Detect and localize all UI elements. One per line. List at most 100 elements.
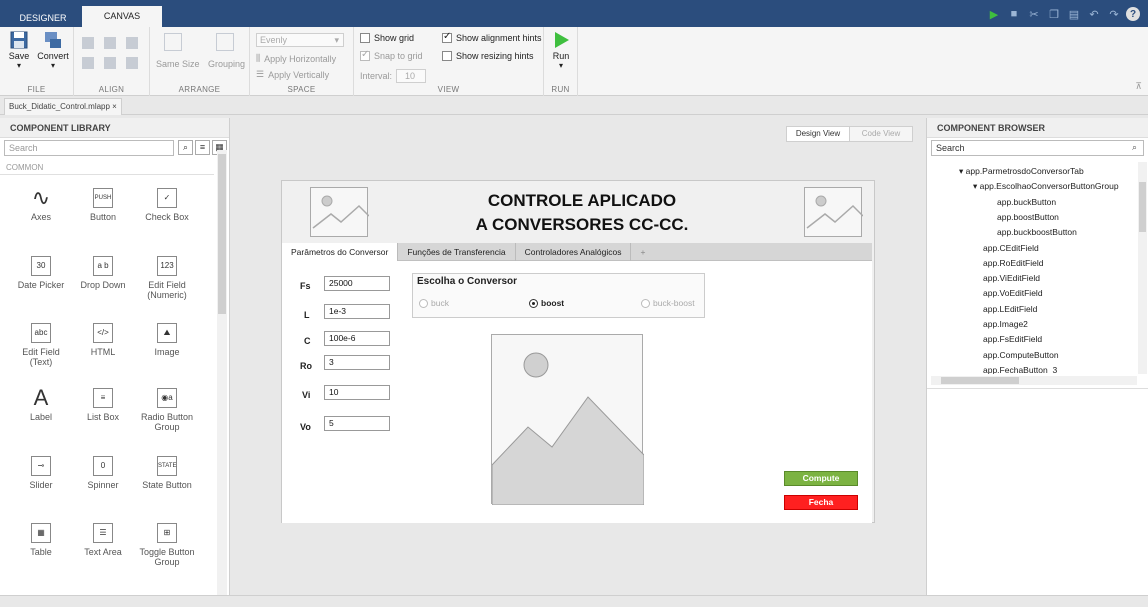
collapse-ribbon-icon[interactable]: ⊼ [1135, 81, 1142, 92]
library-item-label: State Button [142, 480, 192, 490]
tree-node[interactable]: ▾ app.ParmetrosdoConversorTab [959, 166, 1084, 177]
tree-node[interactable]: app.LEditField [983, 304, 1037, 314]
library-item-spinner[interactable]: 0 Spinner [72, 456, 134, 490]
image-right[interactable] [804, 187, 864, 237]
library-item-label: Radio Button Group [140, 412, 194, 432]
undo-icon[interactable]: ↶ [1086, 6, 1102, 22]
tab-canvas[interactable]: CANVAS [82, 6, 162, 27]
library-item-label: HTML [90, 347, 116, 357]
l-input[interactable]: 1e-3 [324, 304, 390, 319]
c-input[interactable]: 100e-6 [324, 331, 390, 346]
tree-node[interactable]: app.FechaButton_3 [983, 365, 1057, 374]
redo-icon[interactable]: ↷ [1106, 6, 1122, 22]
compute-button[interactable]: Compute [784, 471, 858, 486]
tree-node[interactable]: app.buckboostButton [997, 227, 1077, 237]
browser-horizontal-scrollbar[interactable] [931, 376, 1137, 385]
search-icon[interactable]: ⌕ [178, 140, 193, 155]
library-item-label[interactable]: A Label [10, 387, 72, 423]
spacing-dropdown[interactable]: Evenly ▾ [256, 33, 344, 47]
library-item-html[interactable]: </> HTML [72, 323, 134, 357]
fs-input[interactable]: 25000 [324, 276, 390, 291]
tree-node-label: app.EscolhaoConversorButtonGroup [979, 181, 1119, 192]
tree-node[interactable]: app.Image2 [983, 319, 1028, 329]
expand-chevron-icon[interactable]: ▾ [959, 166, 966, 176]
library-item-slider[interactable]: ⊸ Slider [10, 456, 72, 490]
library-item-toggle-group[interactable]: ⊞ Toggle Button Group [136, 523, 198, 567]
library-item-text-field[interactable]: abc Edit Field (Text) [10, 323, 72, 367]
save-icon[interactable]: ■ [1006, 6, 1022, 22]
code-view-button[interactable]: Code View [850, 127, 912, 141]
apply-vertically-button[interactable]: ☰ Apply Vertically [256, 69, 329, 80]
add-tab-button[interactable]: + [631, 243, 654, 261]
play-icon [552, 31, 570, 49]
show-resizing-hints-checkbox[interactable]: Show resizing hints [442, 51, 534, 61]
align-middle-icon[interactable] [104, 57, 116, 69]
image-center[interactable] [491, 334, 645, 506]
buck-boost-radio[interactable]: buck-boost [641, 298, 695, 308]
convert-icon [44, 31, 62, 49]
browser-vertical-scrollbar[interactable] [1138, 162, 1147, 374]
library-item-radio-group[interactable]: ◉a Radio Button Group [136, 388, 198, 432]
align-left-icon[interactable] [82, 37, 94, 49]
library-search-input[interactable]: Search [4, 140, 174, 156]
library-item-textarea[interactable]: ☰ Text Area [72, 523, 134, 557]
tree-node[interactable]: app.ViEditField [983, 273, 1040, 283]
tree-node[interactable]: app.boostButton [997, 212, 1059, 222]
library-item-date-picker[interactable]: 30 Date Picker [10, 256, 72, 290]
tab-controladores[interactable]: Controladores Analógicos [516, 243, 632, 261]
align-center-icon[interactable] [104, 37, 116, 49]
library-item-state-button[interactable]: STATE State Button [136, 456, 198, 490]
show-grid-checkbox[interactable]: Show grid [360, 33, 414, 43]
ro-input[interactable]: 3 [324, 355, 390, 370]
file-tab[interactable]: Buck_Didatic_Control.mlapp × [4, 98, 122, 115]
vo-input[interactable]: 5 [324, 416, 390, 431]
expand-chevron-icon[interactable]: ▾ [973, 181, 980, 191]
library-item-dropdown[interactable]: a b Drop Down [72, 256, 134, 290]
paste-icon[interactable]: ▤ [1066, 6, 1082, 22]
convert-button[interactable]: Convert ▾ [36, 31, 70, 77]
browser-search-input[interactable]: Search [931, 140, 1144, 156]
same-size-button[interactable]: Same Size [156, 59, 200, 69]
view-toggle: Design View Code View [786, 126, 913, 142]
tab-designer[interactable]: DESIGNER [14, 8, 72, 29]
design-view-button[interactable]: Design View [787, 127, 850, 141]
grouping-button[interactable]: Grouping [208, 59, 245, 69]
help-icon[interactable]: ? [1126, 7, 1140, 21]
boost-radio[interactable]: boost [529, 298, 564, 308]
run-icon[interactable]: ▶ [986, 6, 1002, 22]
show-alignment-hints-checkbox[interactable]: Show alignment hints [442, 31, 542, 43]
library-item-table[interactable]: ▦ Table [10, 523, 72, 557]
cut-icon[interactable]: ✂ [1026, 6, 1042, 22]
library-item-image[interactable]: ⛰ Image [136, 323, 198, 357]
list-view-icon[interactable]: ≡ [195, 140, 210, 155]
align-bottom-icon[interactable] [126, 57, 138, 69]
tree-node[interactable]: app.FsEditField [983, 334, 1042, 344]
library-item-checkbox[interactable]: ✓ Check Box [136, 188, 198, 222]
tree-node[interactable]: app.VoEditField [983, 288, 1043, 298]
library-item-axes[interactable]: ∿ Axes [10, 187, 72, 223]
fecha-button[interactable]: Fecha [784, 495, 858, 510]
apply-horizontally-button[interactable]: ⫼ Apply Horizontally [256, 53, 336, 64]
run-button[interactable]: Run ▾ [544, 31, 578, 77]
buck-radio[interactable]: buck [419, 298, 449, 308]
image-left[interactable] [310, 187, 370, 237]
save-button[interactable]: Save ▾ [2, 31, 36, 77]
library-item-numeric-field[interactable]: 123 Edit Field (Numeric) [136, 256, 198, 300]
snap-to-grid-checkbox[interactable]: Snap to grid [360, 49, 423, 61]
apply-horizontally-label: Apply Horizontally [264, 53, 337, 64]
align-top-icon[interactable] [82, 57, 94, 69]
align-right-icon[interactable] [126, 37, 138, 49]
interval-spinner[interactable]: 10 [396, 69, 427, 83]
copy-icon[interactable]: ❐ [1046, 6, 1062, 22]
tree-node[interactable]: app.buckButton [997, 197, 1056, 207]
tab-funcoes[interactable]: Funções de Transferencia [398, 243, 516, 261]
library-item-button[interactable]: PUSH Button [72, 188, 134, 222]
tree-node[interactable]: ▾ app.EscolhaoConversorButtonGroup [973, 181, 1119, 192]
vi-input[interactable]: 10 [324, 385, 390, 400]
library-item-listbox[interactable]: ≡ List Box [72, 388, 134, 422]
tree-node[interactable]: app.ComputeButton [983, 350, 1059, 360]
tree-node[interactable]: app.RoEditField [983, 258, 1043, 268]
tab-parametros[interactable]: Parâmetros do Conversor [282, 243, 399, 261]
library-scrollbar[interactable] [217, 150, 227, 595]
tree-node[interactable]: app.CEditField [983, 243, 1039, 253]
